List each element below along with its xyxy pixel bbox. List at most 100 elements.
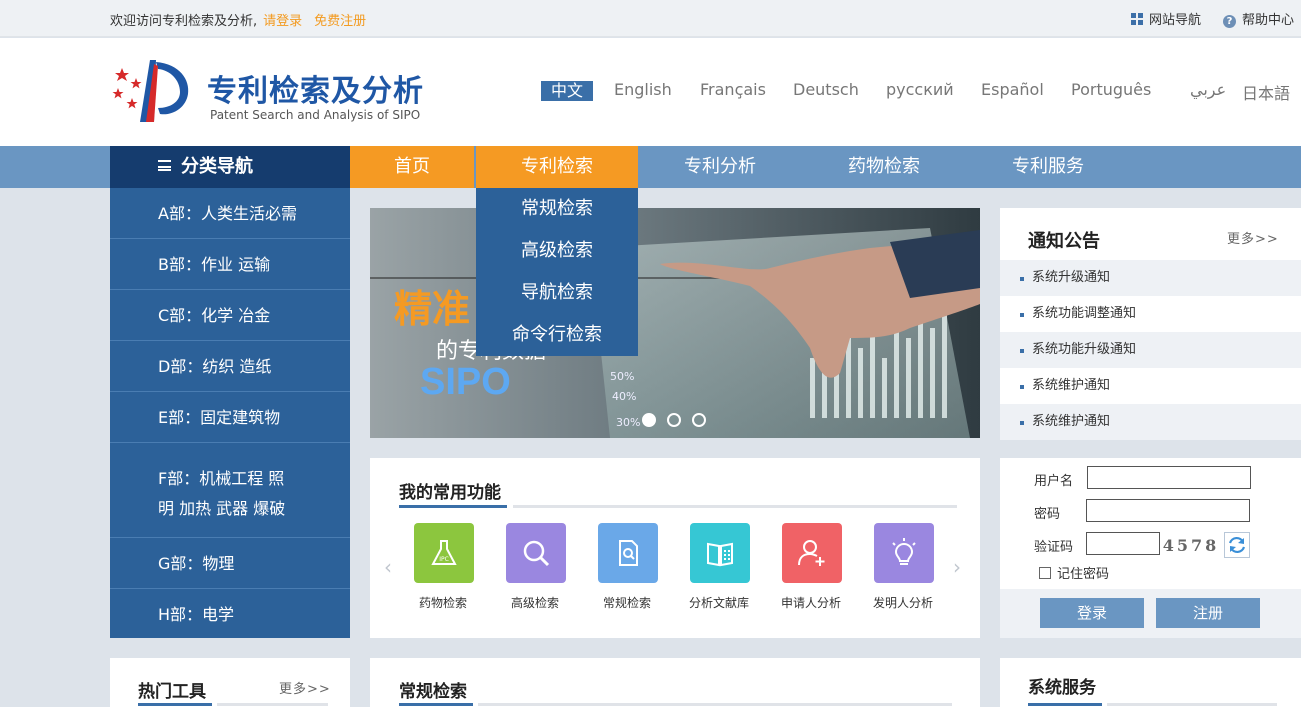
lang-french[interactable]: Français [700, 80, 766, 99]
lang-arabic[interactable]: عربي [1190, 80, 1226, 99]
category-c[interactable]: C部：化学 冶金 [110, 290, 350, 341]
title-underline [138, 703, 212, 706]
category-a[interactable]: A部：人类生活必需 [110, 188, 350, 239]
document-search-icon [619, 540, 638, 566]
category-e[interactable]: E部：固定建筑物 [110, 392, 350, 443]
banner-carousel[interactable]: 50% 40% 30% 精准 的专利数据 SIPO [370, 208, 980, 438]
title-underline [399, 505, 507, 508]
help-icon: ? [1223, 15, 1236, 28]
title-rule [478, 703, 952, 706]
hot-tools-more-link[interactable]: 更多>> [279, 678, 331, 697]
category-b[interactable]: B部：作业 运输 [110, 239, 350, 290]
sipo-logo-icon[interactable] [110, 58, 192, 126]
refresh-captcha-button[interactable] [1224, 532, 1250, 558]
login-button[interactable]: 登录 [1040, 598, 1144, 628]
svg-text:IPC: IPC [439, 556, 449, 563]
chevron-right-icon[interactable]: › [953, 555, 961, 579]
hot-tools-title: 热门工具 [138, 682, 206, 702]
inventor-analysis-tile[interactable] [874, 523, 934, 583]
site-nav-label: 网站导航 [1149, 13, 1202, 28]
captcha-label: 验证码 [1034, 540, 1074, 555]
title-underline [399, 703, 473, 706]
category-label: E部：固定建筑物 [158, 408, 281, 427]
notice-item[interactable]: 系统升级通知 [1000, 260, 1301, 296]
lang-chinese[interactable]: 中文 [541, 81, 594, 101]
lang-japanese[interactable]: 日本語 [1242, 80, 1290, 104]
category-g[interactable]: G部：物理 [110, 538, 350, 589]
notice-more-link[interactable]: 更多>> [1227, 228, 1279, 247]
dropdown-command-search[interactable]: 命令行检索 [476, 314, 638, 356]
lang-english[interactable]: English [614, 80, 672, 99]
category-label-line2: 明 加热 武器 爆破 [158, 499, 286, 518]
category-label: H部：电学 [158, 605, 235, 624]
notice-item[interactable]: 系统功能调整通知 [1000, 296, 1301, 332]
category-h[interactable]: H部：电学 [110, 589, 350, 638]
banner-headline: 精准 [394, 287, 470, 331]
title-rule [513, 505, 957, 508]
remember-password-checkbox[interactable]: 记住密码 [1039, 563, 1109, 582]
category-f[interactable]: F部：机械工程 照明 加热 武器 爆破 [110, 443, 350, 538]
banner-image: 50% 40% 30% 精准 的专利数据 SIPO [370, 208, 980, 438]
banner-pct-50: 50% [610, 370, 634, 383]
search-icon [523, 540, 550, 567]
nav-patent-search[interactable]: 专利检索 [476, 146, 638, 188]
regular-search-tile[interactable] [598, 523, 658, 583]
nav-drug-search[interactable]: 药物检索 [802, 146, 966, 188]
password-input[interactable] [1086, 499, 1250, 522]
banner-pct-40: 40% [612, 390, 636, 403]
notice-item[interactable]: 系统维护通知 [1000, 368, 1301, 404]
refresh-icon [1228, 536, 1246, 554]
lang-spanish[interactable]: Español [981, 80, 1044, 99]
title-underline [1028, 703, 1102, 706]
analysis-library-tile[interactable] [690, 523, 750, 583]
dropdown-navigation-search[interactable]: 导航检索 [476, 272, 638, 314]
lang-german[interactable]: Deutsch [793, 80, 859, 99]
lang-portuguese[interactable]: Português [1071, 80, 1151, 99]
system-service-title: 系统服务 [1028, 678, 1096, 698]
captcha-input[interactable] [1086, 532, 1160, 555]
password-label: 密码 [1034, 507, 1061, 522]
notice-item[interactable]: 系统维护通知 [1000, 404, 1301, 440]
welcome-text: 欢迎访问专利检索及分析, [110, 14, 258, 29]
site-nav-link[interactable]: 网站导航 [1131, 9, 1201, 28]
banner-pct-30: 30% [616, 416, 640, 429]
applicant-analysis-tile[interactable] [782, 523, 842, 583]
register-button[interactable]: 注册 [1156, 598, 1260, 628]
help-center-link[interactable]: ? 帮助中心 [1223, 9, 1294, 28]
notice-item[interactable]: 系统功能升级通知 [1000, 332, 1301, 368]
category-d[interactable]: D部：纺织 造纸 [110, 341, 350, 392]
username-input[interactable] [1087, 466, 1251, 489]
chevron-left-icon[interactable]: ‹ [384, 555, 392, 579]
advanced-search-tile[interactable] [506, 523, 566, 583]
category-label: A部：人类生活必需 [158, 204, 297, 223]
logo-title[interactable]: 专利检索及分析 [207, 66, 424, 110]
nav-patent-service[interactable]: 专利服务 [966, 146, 1130, 188]
notice-title: 通知公告 [1028, 231, 1100, 252]
welcome-message: 欢迎访问专利检索及分析, 请登录 免费注册 [110, 10, 366, 29]
grid-icon [1131, 13, 1143, 25]
patent-search-dropdown: 常规检索 高级检索 导航检索 命令行检索 [476, 188, 638, 356]
category-label: D部：纺织 造纸 [158, 357, 272, 376]
category-label: C部：化学 冶金 [158, 306, 271, 325]
register-link[interactable]: 免费注册 [314, 14, 366, 29]
category-label: F部：机械工程 照 [158, 469, 285, 488]
category-nav-header[interactable]: 分类导航 [110, 146, 350, 188]
carousel-dot-2[interactable] [667, 413, 681, 427]
login-link[interactable]: 请登录 [263, 14, 302, 29]
tile-label: 发明人分析 [872, 596, 933, 610]
lightbulb-icon [892, 538, 916, 565]
dropdown-advanced-search[interactable]: 高级检索 [476, 230, 638, 272]
tile-label: 分析文献库 [688, 596, 749, 610]
nav-home[interactable]: 首页 [350, 146, 474, 188]
username-label: 用户名 [1034, 474, 1074, 489]
lang-russian[interactable]: русский [886, 80, 954, 99]
carousel-dot-1[interactable] [642, 413, 656, 427]
carousel-dot-3[interactable] [692, 413, 706, 427]
drug-search-tile[interactable]: IPC [414, 523, 474, 583]
flask-icon: IPC [431, 540, 457, 565]
category-label: B部：作业 运输 [158, 255, 271, 274]
nav-patent-analysis[interactable]: 专利分析 [638, 146, 802, 188]
dropdown-regular-search[interactable]: 常规检索 [476, 188, 638, 230]
book-icon [707, 542, 733, 567]
add-user-icon [798, 540, 825, 566]
